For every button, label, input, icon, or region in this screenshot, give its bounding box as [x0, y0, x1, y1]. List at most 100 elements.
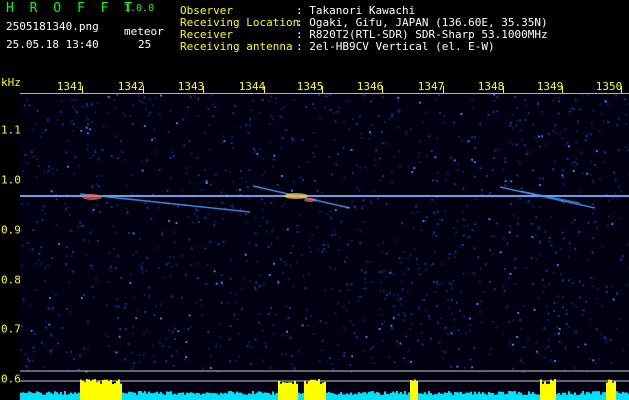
noise-speck: [284, 263, 287, 266]
noise-speck: [425, 309, 427, 312]
noise-speck: [379, 271, 382, 273]
meter-bar: [610, 379, 612, 400]
meter-bar: [222, 393, 224, 400]
noise-speck: [468, 324, 471, 327]
noise-speck: [377, 114, 380, 117]
noise-speck: [488, 353, 491, 356]
meter-bar: [336, 394, 338, 400]
noise-speck: [573, 367, 576, 369]
noise-speck: [373, 190, 376, 193]
noise-speck: [517, 217, 520, 220]
noise-speck: [552, 99, 555, 102]
noise-speck: [539, 242, 541, 245]
noise-speck: [444, 326, 447, 329]
noise-speck: [30, 329, 33, 332]
noise-speck: [261, 216, 264, 219]
noise-speck: [232, 180, 235, 183]
noise-speck: [98, 185, 100, 188]
noise-speck: [519, 197, 522, 200]
noise-speck: [439, 218, 442, 221]
meter-bar: [96, 382, 98, 400]
noise-speck: [135, 251, 138, 254]
y-tick-label: 0.9: [1, 223, 21, 237]
noise-speck: [460, 290, 463, 293]
noise-speck: [168, 219, 171, 222]
noise-speck: [342, 121, 345, 123]
noise-speck: [85, 116, 88, 119]
noise-speck: [383, 320, 386, 323]
noise-speck: [337, 249, 340, 252]
noise-speck: [467, 140, 470, 143]
meter-bar: [440, 393, 442, 400]
noise-speck: [119, 328, 122, 330]
noise-speck: [348, 100, 351, 103]
noise-speck: [55, 223, 58, 226]
noise-speck: [574, 99, 577, 102]
noise-speck: [479, 311, 482, 314]
noise-speck: [560, 248, 563, 251]
noise-speck: [269, 114, 272, 117]
meter-bar: [174, 393, 176, 400]
noise-speck: [575, 157, 578, 160]
noise-speck: [416, 211, 419, 214]
meter-bar: [452, 394, 454, 400]
meter-bar: [74, 392, 76, 400]
meter-bar: [618, 392, 620, 400]
noise-speck: [601, 305, 604, 308]
noise-speck: [255, 281, 258, 284]
meter-bar: [134, 392, 136, 400]
meter-bar: [238, 392, 240, 400]
meter-bar: [20, 392, 22, 400]
noise-speck: [261, 174, 264, 177]
noise-speck: [505, 306, 508, 309]
noise-speck: [572, 282, 575, 285]
meter-bar: [442, 393, 444, 400]
noise-speck: [398, 150, 401, 153]
noise-speck: [359, 230, 362, 233]
noise-speck: [607, 121, 610, 123]
noise-speck: [378, 328, 381, 330]
noise-speck: [181, 296, 184, 299]
noise-speck: [185, 166, 188, 169]
noise-speck: [378, 157, 381, 160]
noise-speck: [561, 137, 564, 140]
noise-speck: [558, 340, 561, 343]
noise-speck: [258, 313, 261, 316]
noise-speck: [292, 139, 294, 142]
noise-speck: [605, 100, 607, 103]
noise-speck: [267, 313, 270, 316]
noise-speck: [120, 140, 123, 143]
meter-bar: [374, 393, 376, 400]
noise-speck: [271, 118, 274, 121]
meter-bar: [66, 394, 68, 400]
noise-speck: [584, 138, 587, 141]
noise-speck: [565, 322, 568, 325]
noise-speck: [170, 177, 173, 180]
noise-speck: [124, 358, 127, 361]
noise-speck: [605, 290, 608, 293]
noise-speck: [69, 350, 72, 353]
noise-speck: [432, 233, 435, 236]
noise-speck: [80, 129, 83, 132]
noise-speck: [605, 285, 608, 288]
noise-speck: [285, 353, 288, 355]
meter-bar: [376, 392, 378, 400]
noise-speck: [557, 332, 560, 335]
noise-speck: [619, 190, 622, 193]
noise-speck: [532, 205, 535, 208]
noise-speck: [397, 96, 400, 99]
noise-speck: [217, 242, 220, 245]
noise-speck: [343, 351, 346, 354]
noise-speck: [71, 251, 74, 253]
noise-speck: [243, 277, 246, 280]
noise-speck: [519, 129, 522, 132]
noise-speck: [48, 165, 50, 168]
noise-speck: [592, 109, 595, 112]
noise-speck: [612, 298, 615, 301]
noise-speck: [532, 169, 535, 172]
noise-speck: [196, 157, 199, 160]
meter-bar: [94, 379, 96, 400]
noise-speck: [496, 110, 499, 113]
noise-speck: [197, 115, 200, 118]
noise-speck: [409, 253, 412, 256]
